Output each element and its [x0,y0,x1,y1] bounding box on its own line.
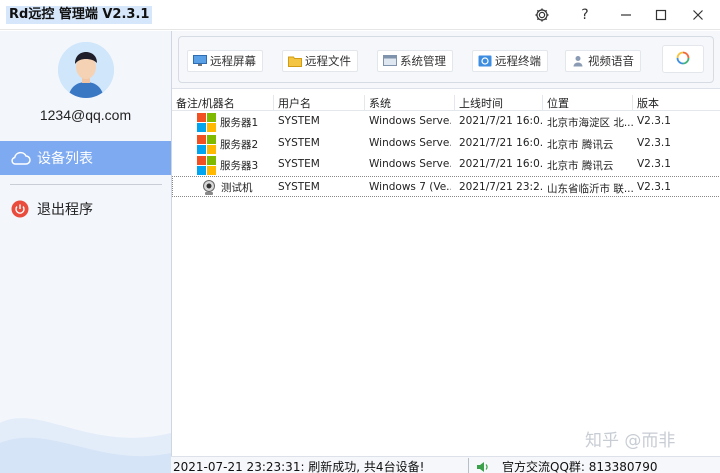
device-location: 北京市 腾讯云 [547,138,614,151]
table-row[interactable]: 服务器2 SYSTEM Windows Serve... 2021/7/21 1… [172,133,720,155]
table-row-selected[interactable]: 测试机 SYSTEM Windows 7 (Ve... 2021/7/21 23… [172,175,720,197]
user-email: 1234@qq.com [39,107,132,123]
device-os: Windows Serve... [369,115,451,127]
column-header-name[interactable]: 备注/机器名 [172,95,274,111]
device-time: 2021/7/21 23:2... [459,180,543,193]
column-header-location[interactable]: 位置 [543,95,633,111]
device-version: V2.3.1 [637,180,671,193]
refresh-icon [676,51,690,68]
qq-group-text: 官方交流QQ群: 813380790 [502,460,658,473]
column-header-user[interactable]: 用户名 [274,95,365,111]
terminal-icon [478,55,492,67]
video-voice-button[interactable]: 视频语音 [565,50,641,72]
title-bar: Rd远控 管理端 V2.3.1 ? [0,0,720,30]
remote-terminal-button[interactable]: 远程终端 [472,50,548,72]
column-header-time[interactable]: 上线时间 [455,95,543,111]
webcam-icon [201,179,217,196]
row-name-cell: 服务器2 [197,134,259,154]
device-name: 服务器3 [220,160,259,172]
sidebar: 1234@qq.com 设备列表 退出程序 [0,31,171,473]
button-label: 远程文件 [305,54,351,68]
power-icon [9,198,31,220]
main-panel: 远程屏幕 远程文件 系统管理 远程终端 视频语音 备注/机器名 用户名 系统 上… [171,31,720,456]
watermark: 知乎 @而非 [585,431,676,451]
user-icon [571,55,585,67]
device-user: SYSTEM [278,180,320,193]
remote-screen-button[interactable]: 远程屏幕 [187,50,263,72]
sidebar-item-label: 设备列表 [37,151,93,167]
table-header: 备注/机器名 用户名 系统 上线时间 位置 版本 [172,91,720,111]
device-version: V2.3.1 [637,158,671,170]
table-row[interactable]: 服务器3 SYSTEM Windows Serve... 2021/7/21 1… [172,154,720,176]
button-label: 视频语音 [588,54,634,68]
sidebar-divider [10,184,162,185]
window-icon [383,55,397,67]
device-os: Windows 7 (Ve... [369,180,451,193]
speaker-icon [476,461,490,473]
device-location: 北京市海淀区 北... [547,117,633,129]
toolbar: 远程屏幕 远程文件 系统管理 远程终端 视频语音 [172,31,720,89]
device-user: SYSTEM [278,115,320,127]
sidebar-item-exit[interactable]: 退出程序 [0,192,171,226]
status-qq: 官方交流QQ群: 813380790 [476,458,657,473]
row-name-cell: 服务器3 [197,156,258,175]
row-name-cell: 服务器1 [197,113,258,132]
remote-file-button[interactable]: 远程文件 [282,50,358,72]
windows-logo-icon [197,156,216,175]
sidebar-item-label: 退出程序 [37,202,93,218]
device-table: 备注/机器名 用户名 系统 上线时间 位置 版本 服务器1 SYSTEM Win… [172,91,720,197]
avatar[interactable] [58,42,114,98]
column-header-os[interactable]: 系统 [365,95,455,111]
sidebar-item-device-list[interactable]: 设备列表 [0,141,171,175]
windows-logo-icon [197,113,216,132]
decorative-wave [0,418,171,473]
device-os: Windows Serve... [369,136,451,149]
minimize-icon[interactable] [610,0,642,30]
cloud-icon [9,147,31,169]
system-manage-button[interactable]: 系统管理 [377,50,453,72]
maximize-icon[interactable] [645,0,677,30]
device-user: SYSTEM [278,158,320,170]
table-row[interactable]: 服务器1 SYSTEM Windows Serve... 2021/7/21 1… [172,111,720,133]
row-name-cell: 测试机 [201,179,253,196]
device-name: 测试机 [221,181,253,194]
button-label: 远程屏幕 [210,54,256,68]
device-os: Windows Serve... [369,158,451,170]
device-name: 服务器2 [220,138,259,151]
device-location: 北京市 腾讯云 [547,160,614,172]
monitor-icon [193,55,207,67]
device-name: 服务器1 [220,117,259,129]
device-version: V2.3.1 [637,136,671,149]
window-title: Rd远控 管理端 V2.3.1 [6,6,153,24]
status-bar: 2021-07-21 23:23:31: 刷新成功, 共4台设备! 官方交流QQ… [171,456,720,473]
status-message: 2021-07-21 23:23:31: 刷新成功, 共4台设备! [173,460,425,473]
help-button[interactable]: ? [569,0,601,30]
close-icon[interactable] [682,0,714,30]
device-time: 2021/7/21 16:0... [459,115,543,127]
device-time: 2021/7/21 16:0... [459,158,543,170]
gear-icon[interactable] [526,0,558,30]
status-divider [468,458,469,473]
device-version: V2.3.1 [637,115,671,127]
refresh-button[interactable] [662,45,704,73]
device-time: 2021/7/21 16:0... [459,136,543,149]
button-label: 远程终端 [495,54,541,68]
folder-icon [288,55,302,67]
button-label: 系统管理 [400,54,446,68]
device-user: SYSTEM [278,136,320,149]
device-location: 山东省临沂市 联... [547,182,633,195]
windows-logo-icon [197,134,216,154]
column-header-version[interactable]: 版本 [633,95,720,111]
